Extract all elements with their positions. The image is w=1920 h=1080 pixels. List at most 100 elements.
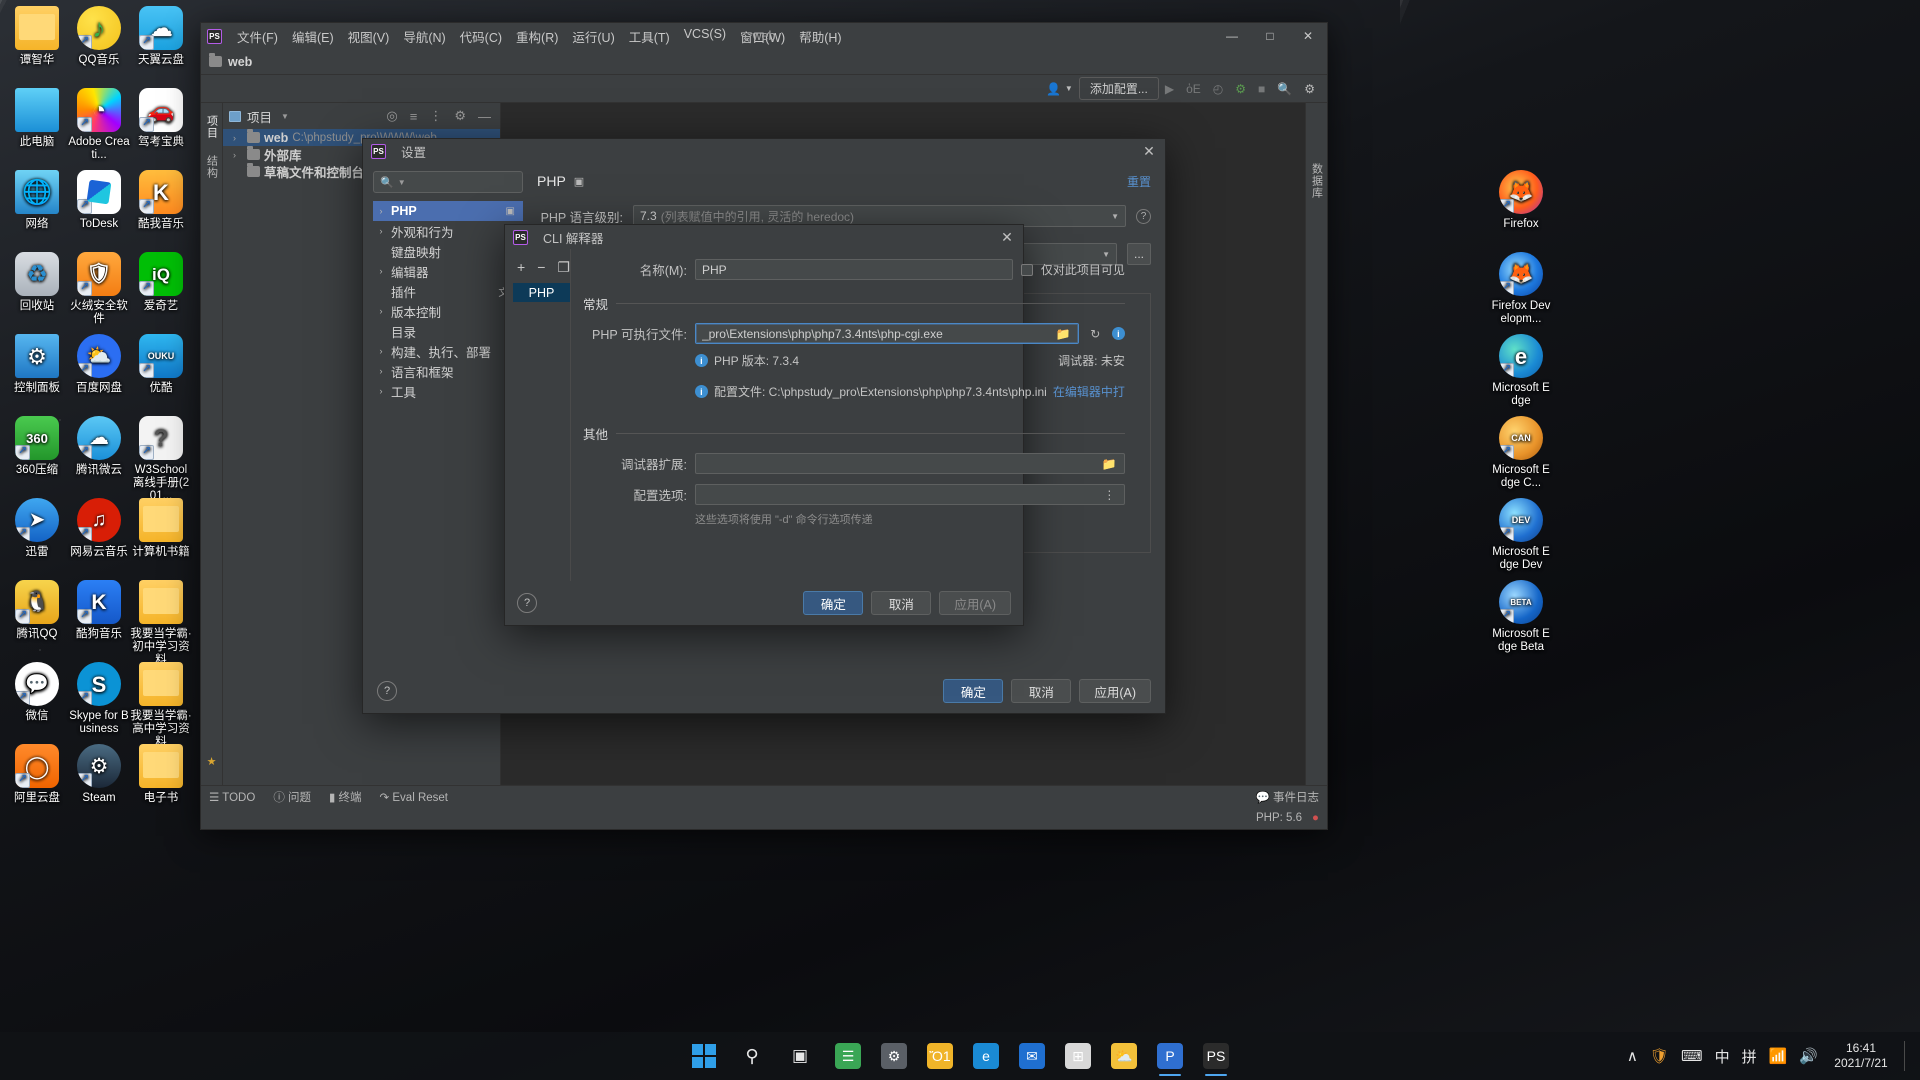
desktop-icon[interactable]: 腾讯QQ (6, 580, 68, 641)
desktop-icon[interactable]: 360压缩 (6, 416, 68, 477)
menu-item-2[interactable]: 视图(V) (341, 24, 397, 49)
settings-tree-item[interactable]: › PHP ▣ (373, 201, 523, 221)
window-controls[interactable]: — □ ✕ (1213, 23, 1327, 49)
visible-only-label[interactable]: 仅对此项目可见 (1041, 261, 1125, 278)
desktop-icon[interactable]: 网易云音乐 (68, 498, 130, 559)
taskbar-app-settings-gear[interactable]: ⚙ (872, 1034, 916, 1078)
settings-tree-item[interactable]: › 工具 (373, 381, 523, 401)
profile-button[interactable]: ⚙ (1229, 82, 1252, 96)
desktop-icon[interactable]: 网络 (6, 170, 68, 231)
ime-pinyin-icon[interactable]: 拼 (1742, 1046, 1757, 1067)
reset-link[interactable]: 重置 (1127, 173, 1151, 190)
expand-all-icon[interactable]: ≡ (407, 109, 421, 124)
tool-window-database[interactable]: 数据库 (1309, 163, 1325, 199)
debug-button[interactable]: ὁE (1180, 82, 1207, 96)
ide-toolbar[interactable]: 👤 ▼ 添加配置... ▶ ὁE ◴ ⚙ ■ 🔍 ⚙ (201, 75, 1327, 103)
php-executable-input[interactable]: _pro\Extensions\php\php7.3.4nts\php-cgi.… (694, 323, 1079, 344)
collapse-all-icon[interactable]: ⋮ (426, 108, 445, 124)
chevron-right-icon[interactable]: › (233, 150, 243, 160)
desktop-icon[interactable]: Steam (68, 744, 130, 805)
cli-list-toolbar[interactable]: + − ❐ (513, 257, 570, 277)
expand-icon[interactable]: ⋮ (1101, 486, 1118, 503)
remove-interpreter-button[interactable]: − (537, 259, 545, 275)
clock[interactable]: 16:41 2021/7/21 (1830, 1041, 1892, 1071)
desktop-icon[interactable]: 天翼云盘 (130, 6, 192, 67)
shield-icon[interactable]: 🛡 (1650, 1047, 1669, 1065)
name-input[interactable]: PHP (694, 259, 1013, 280)
open-in-editor-link[interactable]: 在编辑器中打 (1053, 383, 1125, 400)
desktop-icon[interactable]: QQ音乐 (68, 6, 130, 67)
settings-sidebar[interactable]: 🔍 ▼ › PHP ▣ › 外观和行为键盘映射 › 编辑器插件文A › 版本控制目录 › 构建、执行… (363, 163, 523, 669)
apply-button[interactable]: 应用(A) (1079, 679, 1151, 703)
settings-icon[interactable]: ⚙ (451, 108, 469, 124)
todo-button[interactable]: ☰ TODO (209, 790, 255, 804)
breadcrumb-project[interactable]: web (228, 55, 252, 69)
menu-item-1[interactable]: 编辑(E) (285, 24, 341, 49)
chevron-right-icon[interactable]: › (375, 386, 387, 396)
settings-tree[interactable]: ›PHP▣›外观和行为键盘映射›编辑器插件文A›版本控制目录›构建、执行、部署›… (373, 201, 523, 401)
desktop-icon[interactable]: 酷我音乐 (130, 170, 192, 231)
keyboard-icon[interactable]: ⌨ (1681, 1047, 1703, 1065)
chevron-right-icon[interactable]: › (375, 206, 387, 216)
menu-item-3[interactable]: 导航(N) (396, 24, 452, 49)
taskbar-app-store[interactable]: ⊞ (1056, 1034, 1100, 1078)
taskbar-center[interactable]: ⚲ ▣ ☰ ⚙ Ὄ1 e ✉ ⊞ ⛅ P PS (682, 1034, 1238, 1078)
wifi-icon[interactable]: 📶 (1769, 1047, 1788, 1065)
desktop-icon[interactable]: 电子书 (130, 744, 192, 805)
menu-item-8[interactable]: VCS(S) (677, 24, 733, 49)
search-icon[interactable]: 🔍 (1271, 82, 1298, 96)
chevron-down-icon[interactable]: ▼ (278, 112, 292, 121)
ide-status-bar[interactable]: ☰ TODO ⓘ 问题 ▮ 终端 ↷ Eval Reset 💬 事件日志 (201, 785, 1327, 807)
inspection-icon[interactable]: ● (1312, 812, 1319, 824)
taskbar-pinned-apps[interactable]: ☰ ⚙ Ὄ1 e ✉ ⊞ ⛅ P PS (826, 1034, 1238, 1078)
close-button[interactable]: ✕ (1289, 23, 1327, 49)
menu-item-5[interactable]: 重构(R) (509, 24, 565, 49)
desktop-icon[interactable]: 百度网盘 (68, 334, 130, 395)
close-icon[interactable]: ✕ (1139, 141, 1159, 161)
hide-icon[interactable]: — (475, 109, 494, 124)
php-version-status[interactable]: PHP: 5.6 (1256, 812, 1302, 824)
problems-button[interactable]: ⓘ 问题 (273, 789, 311, 805)
folder-icon[interactable]: 📁 (1055, 325, 1072, 342)
favorites-icon[interactable]: ★ (205, 755, 218, 769)
taskbar-app-file-explorer-green[interactable]: ☰ (826, 1034, 870, 1078)
menu-item-7[interactable]: 工具(T) (622, 24, 677, 49)
menu-item-0[interactable]: 文件(F) (230, 24, 285, 49)
stop-button[interactable]: ■ (1252, 82, 1271, 96)
folder-icon[interactable]: 📁 (1101, 455, 1118, 472)
system-tray[interactable]: ∧ 🛡 ⌨ 中 拼 📶 🔊 16:41 2021/7/21 (1627, 1032, 1920, 1080)
debugger-extension-input[interactable]: 📁 (694, 453, 1125, 474)
ok-button[interactable]: 确定 (803, 591, 864, 615)
menu-item-4[interactable]: 代码(C) (453, 24, 509, 49)
chevron-right-icon[interactable]: › (375, 306, 387, 316)
desktop-icon[interactable]: 我要当学霸·初中学习资料 (130, 580, 192, 667)
chevron-right-icon[interactable]: › (233, 133, 243, 143)
cli-interpreter-dialog[interactable]: PS CLI 解释器 ✕ + − ❐ PHP 名称(M): PHP 仅对此项目可… (504, 224, 1125, 626)
settings-tree-item[interactable]: 插件文A (373, 281, 523, 301)
right-tool-strip[interactable]: 数据库 (1305, 103, 1327, 785)
chevron-right-icon[interactable]: › (375, 266, 387, 276)
settings-tree-item[interactable]: › 语言和框架 (373, 361, 523, 381)
volume-icon[interactable]: 🔊 (1799, 1047, 1818, 1065)
locate-icon[interactable]: ◎ (383, 108, 400, 124)
terminal-button[interactable]: ▮ 终端 (329, 789, 362, 805)
coverage-button[interactable]: ◴ (1207, 82, 1229, 96)
settings-tree-item[interactable]: 键盘映射 (373, 241, 523, 261)
desktop-icon[interactable]: 迅雷 (6, 498, 68, 559)
desktop-icon[interactable]: 优酷 (130, 334, 192, 395)
menu-item-6[interactable]: 运行(U) (565, 24, 621, 49)
account-icon[interactable]: 👤 ▼ (1040, 82, 1079, 96)
settings-tree-item[interactable]: › 编辑器 (373, 261, 523, 281)
desktop-icon[interactable]: Microsoft Edge Beta (1490, 580, 1552, 654)
chevron-right-icon[interactable]: › (375, 366, 387, 376)
taskbar-app-folder[interactable]: Ὄ1 (918, 1034, 962, 1078)
desktop-icon[interactable]: 微信 (6, 662, 68, 723)
chevron-up-icon[interactable]: ∧ (1627, 1047, 1638, 1065)
config-options-input[interactable]: ⋮ (694, 484, 1125, 505)
search-icon[interactable]: ⚲ (730, 1034, 774, 1078)
start-button[interactable] (682, 1034, 726, 1078)
desktop-icon[interactable]: 驾考宝典 (130, 88, 192, 149)
cli-interpreter-list-panel[interactable]: + − ❐ PHP (505, 249, 571, 581)
tool-window-project[interactable]: 项目 (204, 115, 220, 139)
search-input[interactable]: 🔍 ▼ (373, 171, 523, 193)
